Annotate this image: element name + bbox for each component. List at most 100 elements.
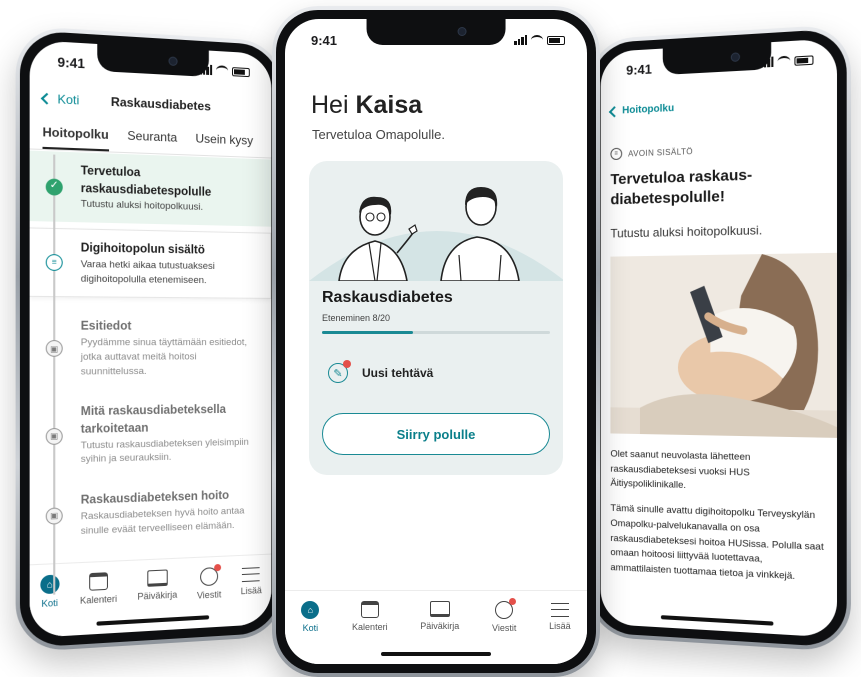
tab-label: Päiväkirja [137,589,178,602]
status-time: 9:41 [57,53,85,71]
back-button[interactable]: Hoitopolku [608,103,674,117]
wifi-icon [216,65,229,76]
step-item[interactable]: ≡ Digihoitopolun sisältö Varaa hetki aik… [29,227,272,300]
article-lead: Tutustu aluksi hoitopolkuusi. [610,222,763,241]
tab-seuranta[interactable]: Seuranta [127,128,177,154]
menu-icon [242,567,261,583]
step-description: Raskausdiabeteksen hyvä hoito antaa sinu… [80,505,245,537]
tab-label: Päiväkirja [420,621,460,631]
notification-dot [214,563,222,572]
greeting: Hei Kaisa [311,91,422,120]
task-label: Uusi tehtävä [362,366,434,380]
tab-faq[interactable]: Usein kysy [195,131,253,157]
step-title: Tervetuloa raskausdiabetespolulle [80,164,212,199]
step-description: Varaa hetki aikaa tutustuaksesi digihoit… [80,258,215,286]
phone-right: 9:41 Hoitopolku ≡ AVOIN SISÄLTÖ Tervetul… [588,23,851,653]
article-title: Tervetuloa raskaus-diabetespolulle! [610,166,753,209]
doctor-patient-illustration [309,187,563,281]
battery-icon [547,35,565,45]
article-paragraph: Olet saanut neuvolasta lähetteen raskaus… [610,448,751,492]
home-icon: ⌂ [40,574,60,595]
user-name: Kaisa [355,91,423,119]
status-icons [514,35,565,45]
home-indicator [381,652,491,656]
message-icon [495,598,517,619]
camera [168,56,178,67]
document-icon: ≡ [45,254,63,272]
card-title: Raskausdiabetes [322,289,453,306]
go-to-path-button[interactable]: Siirry polulle [322,413,550,455]
lock-icon: ▣ [45,427,63,445]
menu-icon [550,603,569,617]
phone-bezel: 9:41 Hei Kaisa Tervetuloa Omapolulle. Ra… [276,10,596,673]
screen-article: 9:41 Hoitopolku ≡ AVOIN SISÄLTÖ Tervetul… [600,38,838,638]
progress-bar [322,331,550,334]
tab-viestit[interactable]: Viestit [492,598,517,664]
welcome-subtitle: Tervetuloa Omapolulle. [312,127,445,142]
tab-label: Lisää [549,621,571,631]
photo-illustration [610,252,838,438]
tab-lisaa[interactable]: Lisää [241,565,262,626]
step-description: Pyydämme sinua täyttämään esitiedot, jot… [80,336,248,378]
tab-hoitopolku[interactable]: Hoitopolku [42,124,109,152]
tab-lisaa[interactable]: Lisää [549,601,571,664]
top-nav: Koti Raskausdiabetes [30,91,272,117]
notch [366,19,506,45]
greeting-prefix: Hei [311,91,356,119]
chevron-left-icon [40,92,53,105]
article-body: Olet saanut neuvolasta lähetteen raskaus… [610,448,826,597]
camera [457,27,467,36]
content-tag: ≡ AVOIN SISÄLTÖ [610,145,693,161]
notification-dot [343,360,351,368]
tab-label: Koti [41,597,58,609]
diary-icon [147,569,168,587]
tab-koti[interactable]: ⌂ Koti [301,601,320,664]
battery-icon [232,66,250,77]
phone-bezel: 9:41 Koti Raskausdiabetes Hoitopolku Seu… [19,29,281,649]
page-title: Raskausdiabetes [110,94,211,114]
step-item[interactable]: ▣ Raskausdiabeteksen hoito Raskausdiabet… [30,477,272,551]
tab-label: Kalenteri [79,593,118,606]
phone-center: 9:41 Hei Kaisa Tervetuloa Omapolulle. Ra… [272,6,600,677]
battery-icon [794,54,814,66]
document-icon: ≡ [610,147,623,161]
camera [730,52,741,63]
phone-left: 9:41 Koti Raskausdiabetes Hoitopolku Seu… [15,25,285,653]
path-track [53,154,56,595]
status-time: 9:41 [311,32,338,48]
tab-label: Viestit [196,589,222,601]
progress-label: Eteneminen 8/20 [322,313,391,323]
diary-icon [429,601,450,617]
step-list: ✓ Tervetuloa raskausdiabetespolulle Tutu… [29,150,272,551]
pencil-icon: ✎ [328,360,351,383]
back-label: Koti [57,91,80,108]
article-paragraph: Tämä sinulle avattu digihoitopolku Terve… [610,502,824,583]
lock-icon: ▣ [45,340,63,358]
step-item[interactable]: ✓ Tervetuloa raskausdiabetespolulle Tutu… [29,150,272,227]
message-icon [200,563,222,587]
tab-koti[interactable]: ⌂ Koti [40,574,60,638]
step-item[interactable]: ▣ Esitiedot Pyydämme sinua täyttämään es… [30,308,272,390]
notification-dot [509,598,517,605]
tab-label: Koti [302,623,319,633]
calendar-icon [89,572,109,591]
check-icon: ✓ [45,177,63,196]
screen-care-path: 9:41 Koti Raskausdiabetes Hoitopolku Seu… [29,39,272,639]
home-icon: ⌂ [301,601,320,619]
new-task-row[interactable]: ✎ Uusi tehtävä [322,353,550,393]
care-path-card[interactable]: Raskausdiabetes Eteneminen 8/20 ✎ Uusi t… [309,161,563,475]
signal-icon [514,35,527,45]
home-indicator [660,615,773,626]
calendar-icon [360,601,379,618]
step-title: Mitä raskausdiabeteksella tarkoitetaan [80,404,226,436]
step-item[interactable]: ▣ Mitä raskausdiabeteksella tarkoitetaan… [30,391,272,479]
bottom-tab-bar: ⌂ Koti Kalenteri Päiväkirja Viestit Lisää [29,553,272,639]
step-title: Esitiedot [80,320,132,334]
pregnant-woman-photo [610,252,838,438]
status-time: 9:41 [626,60,652,78]
tab-label: Kalenteri [352,622,388,632]
back-button[interactable]: Koti [40,91,80,108]
phone-bezel: 9:41 Hoitopolku ≡ AVOIN SISÄLTÖ Tervetul… [591,28,847,648]
wifi-icon [531,35,543,45]
wifi-icon [777,55,791,67]
